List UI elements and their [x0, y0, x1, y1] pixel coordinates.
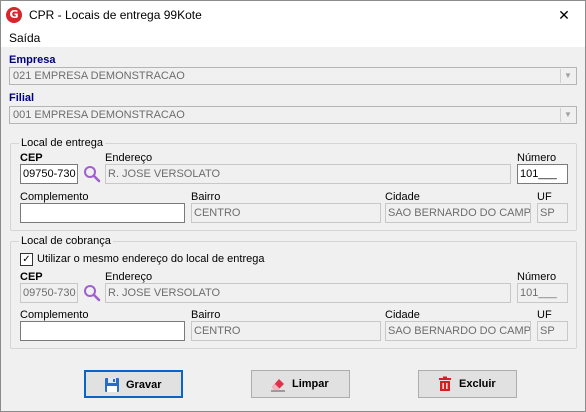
- cobranca-uf-label: UF: [537, 309, 552, 321]
- cobranca-bairro-input[interactable]: CENTRO: [191, 321, 381, 341]
- cobranca-cidade-input[interactable]: SAO BERNARDO DO CAMPO: [385, 321, 531, 341]
- chevron-down-icon[interactable]: ▼: [560, 69, 575, 83]
- excluir-button[interactable]: Excluir: [418, 370, 517, 398]
- menu-bar: Saída: [1, 29, 585, 47]
- limpar-button[interactable]: Limpar: [251, 370, 350, 398]
- filial-value: 001 EMPRESA DEMONSTRACAO: [13, 109, 185, 121]
- entrega-cidade-input[interactable]: SAO BERNARDO DO CAMPO: [385, 203, 531, 223]
- filial-select[interactable]: 001 EMPRESA DEMONSTRACAO ▼: [9, 106, 577, 124]
- entrega-numero-input[interactable]: 101___: [517, 164, 568, 184]
- cobranca-numero-label: Número: [517, 271, 557, 283]
- entrega-bairro-input[interactable]: CENTRO: [191, 203, 381, 223]
- limpar-label: Limpar: [292, 378, 329, 390]
- gravar-button[interactable]: Gravar: [84, 370, 183, 398]
- entrega-complemento-input[interactable]: [20, 203, 185, 223]
- excluir-label: Excluir: [459, 378, 496, 390]
- entrega-cep-label: CEP: [20, 152, 43, 164]
- cobranca-endereco-input[interactable]: R. JOSE VERSOLATO: [105, 283, 511, 303]
- gravar-label: Gravar: [126, 379, 162, 391]
- close-button[interactable]: ✕: [543, 1, 585, 29]
- same-address-checkbox[interactable]: ✓: [20, 253, 33, 266]
- filial-label: Filial: [9, 92, 35, 104]
- cobranca-uf-input[interactable]: SP: [537, 321, 568, 341]
- entrega-cep-input[interactable]: 09750-730: [20, 164, 78, 184]
- cobranca-complemento-input[interactable]: [20, 321, 185, 341]
- cobranca-bairro-label: Bairro: [191, 309, 221, 321]
- cobranca-numero-input[interactable]: 101___: [517, 283, 568, 303]
- entrega-bairro-label: Bairro: [191, 191, 221, 203]
- cobranca-cidade-label: Cidade: [385, 309, 420, 321]
- trash-icon: [439, 376, 451, 391]
- empresa-select[interactable]: 021 EMPRESA DEMONSTRACAO ▼: [9, 67, 577, 85]
- entrega-numero-label: Número: [517, 152, 557, 164]
- entrega-uf-label: UF: [537, 191, 552, 203]
- empresa-value: 021 EMPRESA DEMONSTRACAO: [13, 70, 185, 82]
- entrega-endereco-input[interactable]: R. JOSE VERSOLATO: [105, 164, 511, 184]
- empresa-label: Empresa: [9, 54, 56, 66]
- cobranca-endereco-label: Endereço: [105, 271, 153, 283]
- local-cobranca-title: Local de cobrança: [19, 235, 113, 247]
- cobranca-cep-label: CEP: [20, 271, 43, 283]
- entrega-complemento-label: Complemento: [20, 191, 89, 203]
- dialog-window: G CPR - Locais de entrega 99Kote ✕ Saída…: [0, 0, 586, 412]
- search-icon[interactable]: [83, 284, 101, 302]
- entrega-cidade-label: Cidade: [385, 191, 420, 203]
- cobranca-complemento-label: Complemento: [20, 309, 89, 321]
- entrega-endereco-label: Endereço: [105, 152, 153, 164]
- floppy-disk-icon: [105, 378, 119, 392]
- entrega-uf-input[interactable]: SP: [537, 203, 568, 223]
- menu-item-saida[interactable]: Saída: [9, 31, 40, 45]
- search-icon[interactable]: [83, 165, 101, 183]
- chevron-down-icon[interactable]: ▼: [560, 108, 575, 122]
- title-bar: G CPR - Locais de entrega 99Kote ✕: [1, 1, 585, 29]
- same-address-label[interactable]: Utilizar o mesmo endereço do local de en…: [37, 253, 264, 265]
- local-entrega-title: Local de entrega: [19, 137, 105, 149]
- window-title: CPR - Locais de entrega 99Kote: [29, 8, 202, 22]
- app-logo-icon: G: [6, 7, 22, 23]
- cobranca-cep-input[interactable]: 09750-730: [20, 283, 78, 303]
- eraser-icon: [271, 379, 285, 392]
